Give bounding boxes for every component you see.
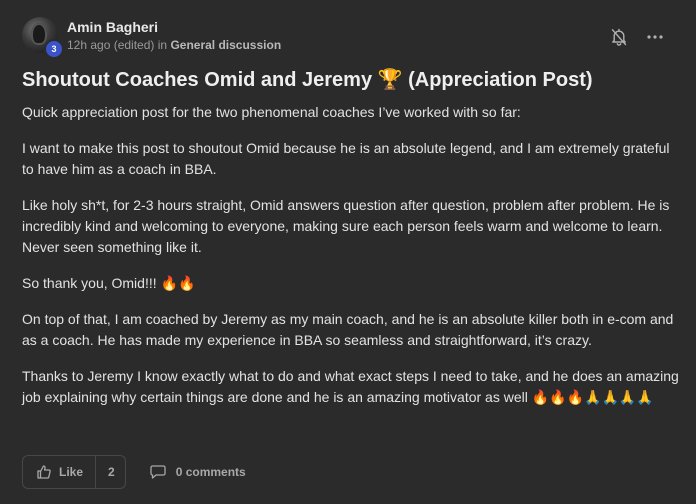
- post-paragraph: I want to make this post to shoutout Omi…: [22, 140, 670, 177]
- in-label: in: [157, 37, 168, 52]
- thumbs-up-icon: [37, 465, 51, 479]
- post-paragraph: On top of that, I am coached by Jeremy a…: [22, 311, 674, 348]
- post-header: 3 Amin Bagheri 12h ago (edited) in Gener…: [22, 17, 281, 59]
- post-paragraph: Thanks to Jeremy I know exactly what to …: [22, 368, 679, 405]
- post-time: 12h ago (edited): [67, 37, 155, 52]
- post-title: Shoutout Coaches Omid and Jeremy 🏆 (Appr…: [22, 69, 593, 91]
- like-label: Like: [59, 465, 84, 479]
- post-top-actions: [594, 26, 666, 48]
- category-link[interactable]: General discussion: [170, 38, 281, 52]
- comments-label: 0 comments: [175, 465, 246, 479]
- post-submeta: 12h ago (edited) in General discussion: [67, 37, 281, 53]
- level-badge: 3: [44, 39, 64, 59]
- like-button[interactable]: Like: [23, 456, 95, 488]
- bell-icon[interactable]: [608, 26, 630, 48]
- comments-button[interactable]: 0 comments: [150, 465, 246, 479]
- author-name[interactable]: Amin Bagheri: [67, 18, 281, 36]
- post-body: Quick appreciation post for the two phen…: [22, 102, 682, 423]
- post-meta: Amin Bagheri 12h ago (edited) in General…: [67, 18, 281, 53]
- author-avatar-wrap[interactable]: 3: [22, 17, 64, 59]
- like-count[interactable]: 2: [95, 456, 125, 488]
- more-icon[interactable]: [644, 26, 666, 48]
- post-paragraph: So thank you, Omid!!! 🔥🔥: [22, 275, 196, 291]
- comment-icon: [150, 465, 166, 479]
- post-card: 3 Amin Bagheri 12h ago (edited) in Gener…: [0, 0, 696, 504]
- post-footer: Like 2 0 comments: [22, 455, 246, 489]
- post-paragraph: Quick appreciation post for the two phen…: [22, 104, 521, 120]
- post-paragraph: Like holy sh*t, for 2-3 hours straight, …: [22, 197, 670, 255]
- like-group: Like 2: [22, 455, 126, 489]
